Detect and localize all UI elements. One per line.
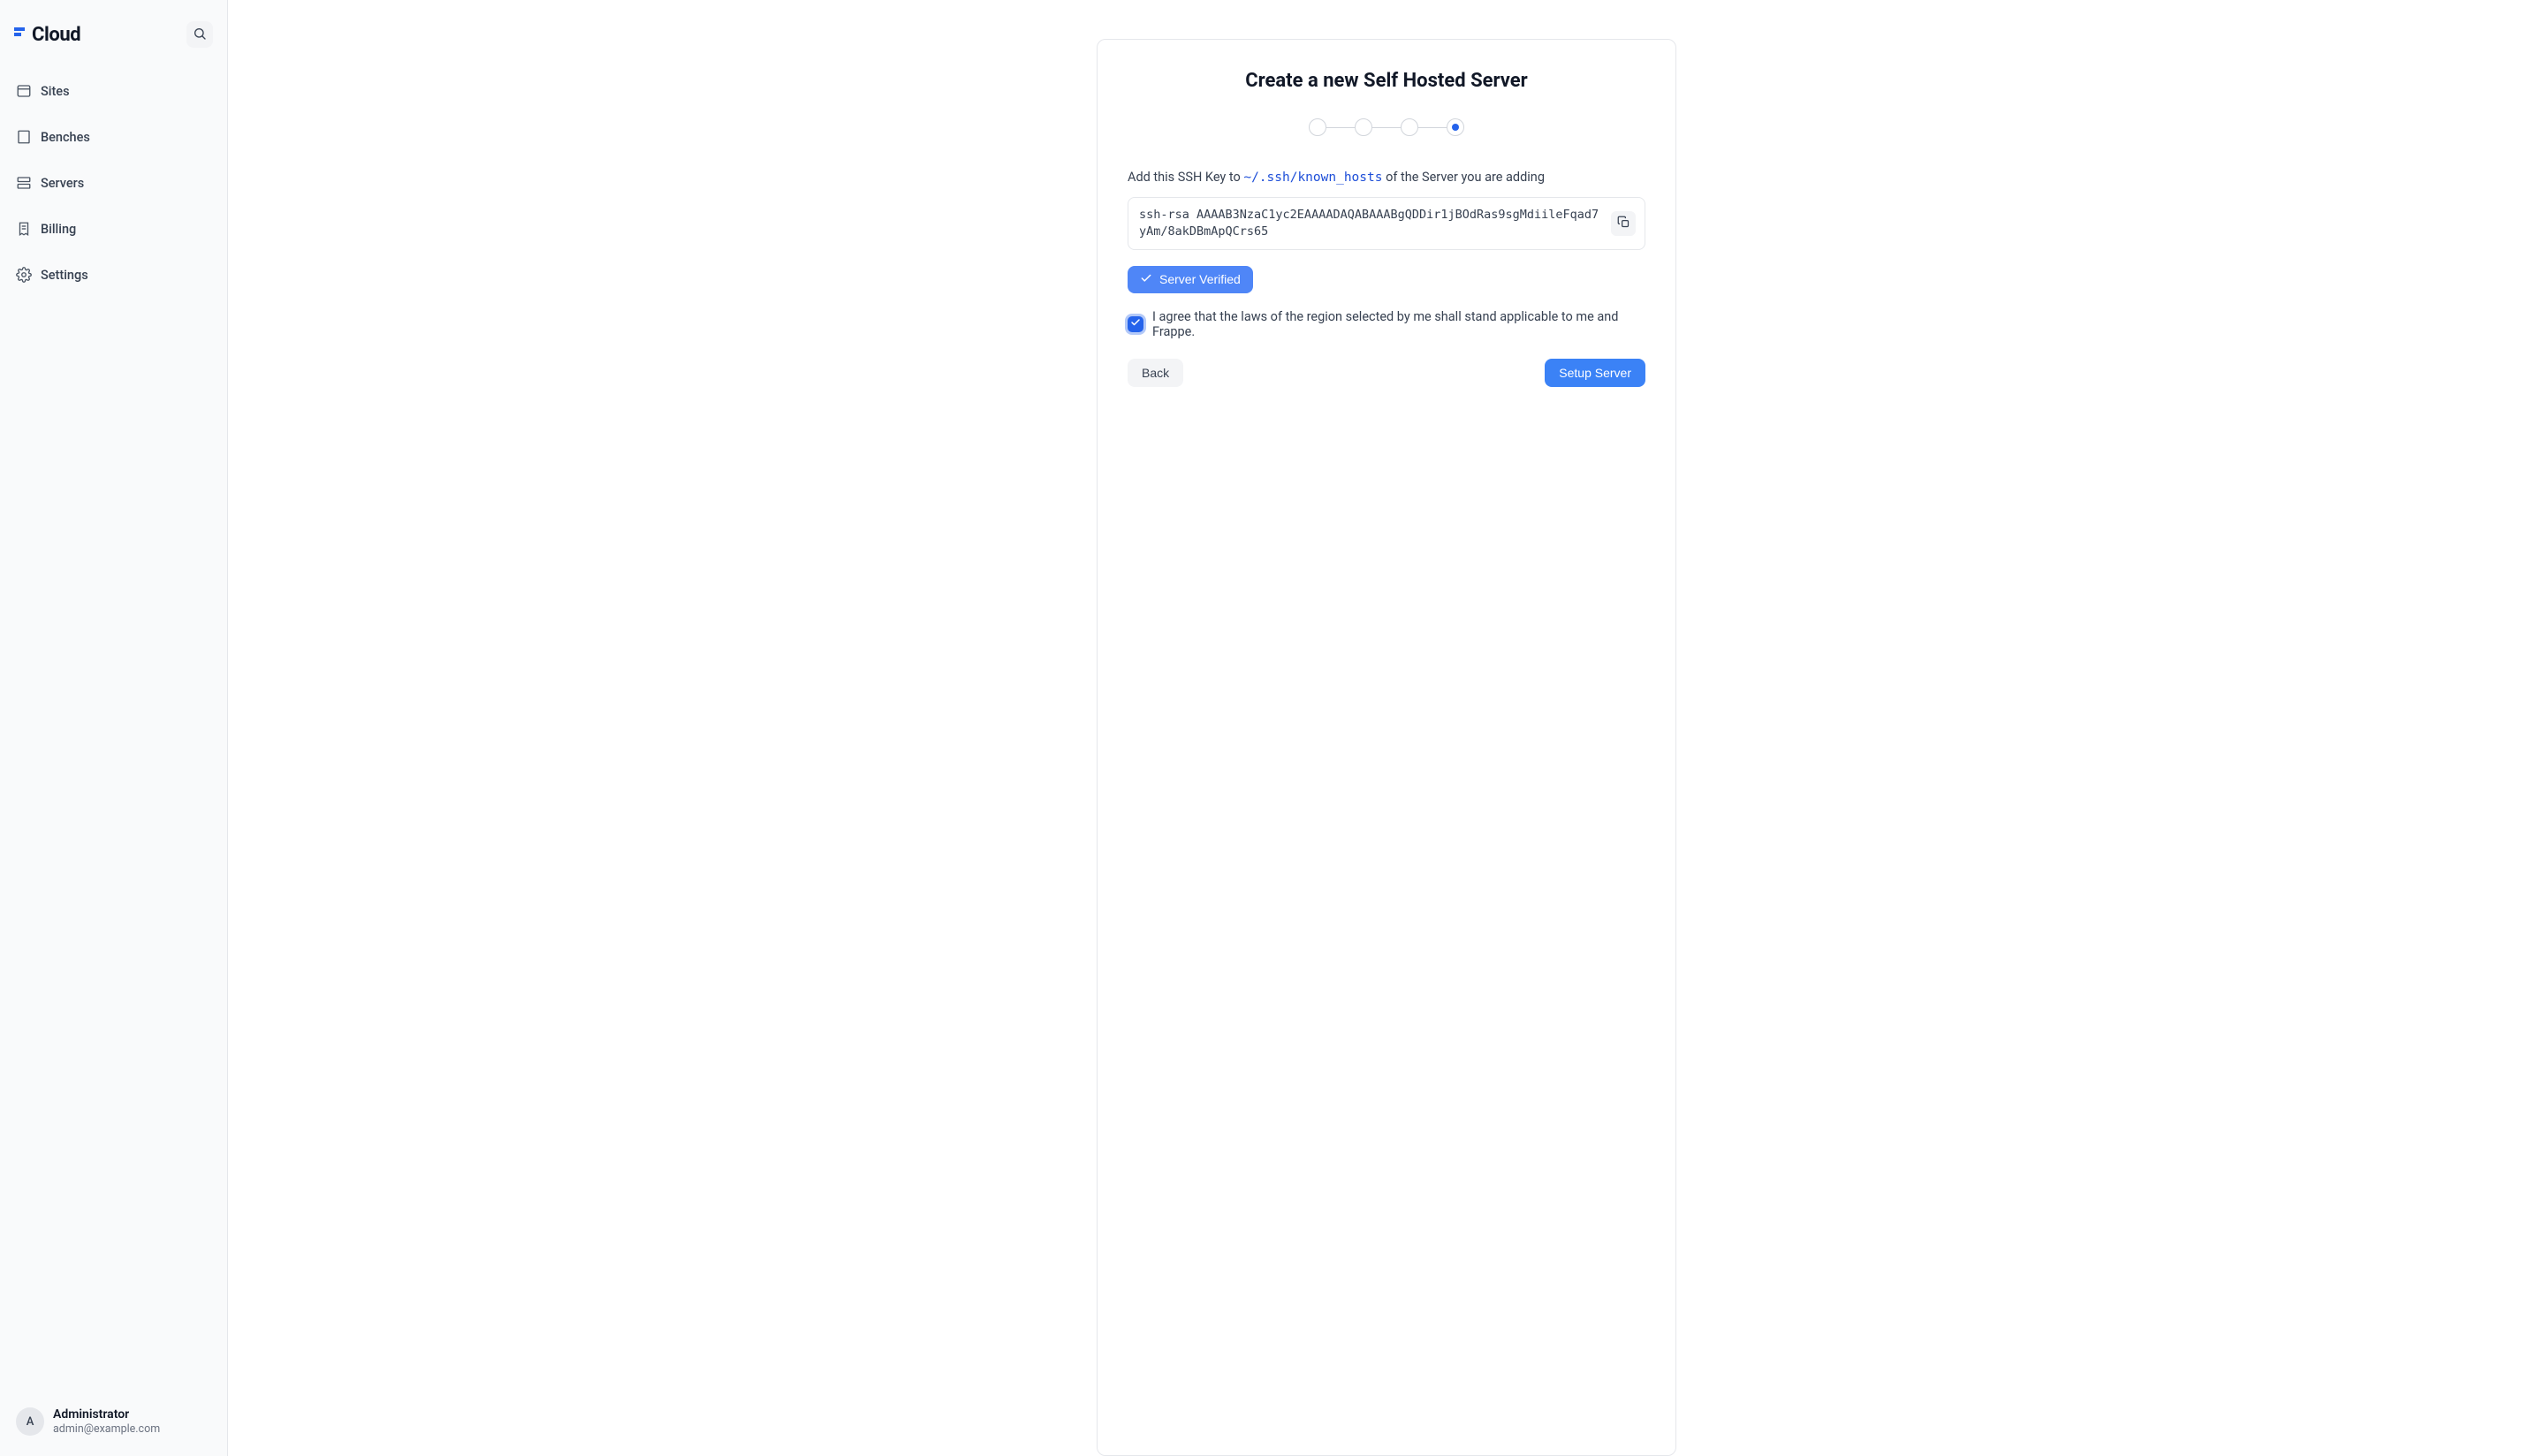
agree-text: I agree that the laws of the region sele… bbox=[1152, 309, 1645, 339]
search-button[interactable] bbox=[186, 21, 213, 48]
nav-label: Settings bbox=[41, 268, 88, 283]
brand-name: Cloud bbox=[32, 24, 80, 46]
nav-item-sites[interactable]: Sites bbox=[12, 74, 215, 108]
server-verified-button[interactable]: Server Verified bbox=[1128, 266, 1253, 293]
ssh-instruction: Add this SSH Key to ~/.ssh/known_hosts o… bbox=[1128, 170, 1645, 185]
logo-icon bbox=[14, 27, 27, 42]
user-email: admin@example.com bbox=[53, 1422, 160, 1437]
nav-label: Sites bbox=[41, 84, 70, 99]
nav-label: Benches bbox=[41, 130, 90, 145]
nav-item-billing[interactable]: Billing bbox=[12, 212, 215, 246]
check-icon bbox=[1130, 317, 1141, 331]
instruction-path: ~/.ssh/known_hosts bbox=[1243, 171, 1382, 185]
copy-icon bbox=[1617, 216, 1630, 231]
avatar: A bbox=[16, 1407, 44, 1436]
step-2[interactable] bbox=[1355, 118, 1372, 136]
sidebar: Cloud Sites Benches Servers bbox=[0, 0, 228, 1456]
instruction-prefix: Add this SSH Key to bbox=[1128, 170, 1243, 185]
setup-server-button[interactable]: Setup Server bbox=[1545, 359, 1645, 387]
nav-item-benches[interactable]: Benches bbox=[12, 120, 215, 154]
user-name: Administrator bbox=[53, 1407, 160, 1423]
sidebar-header: Cloud bbox=[12, 12, 215, 53]
nav-item-servers[interactable]: Servers bbox=[12, 166, 215, 200]
back-button[interactable]: Back bbox=[1128, 359, 1183, 387]
actions-row: Back Setup Server bbox=[1128, 359, 1645, 387]
ssh-key-text: ssh-rsa AAAAB3NzaC1yc2EAAAADAQABAAABgQDD… bbox=[1139, 208, 1599, 239]
nav-label: Servers bbox=[41, 176, 84, 191]
search-icon bbox=[193, 27, 207, 43]
check-icon bbox=[1140, 272, 1152, 287]
step-1[interactable] bbox=[1309, 118, 1326, 136]
user-block[interactable]: A Administrator admin@example.com bbox=[12, 1402, 215, 1444]
instruction-suffix: of the Server you are adding bbox=[1382, 170, 1544, 185]
logo[interactable]: Cloud bbox=[14, 24, 80, 46]
building-icon bbox=[16, 129, 32, 145]
server-icon bbox=[16, 175, 32, 191]
stepper bbox=[1128, 118, 1645, 136]
agree-checkbox[interactable] bbox=[1128, 316, 1143, 332]
ssh-key-box: ssh-rsa AAAAB3NzaC1yc2EAAAADAQABAAABgQDD… bbox=[1128, 197, 1645, 250]
gear-icon bbox=[16, 267, 32, 283]
copy-button[interactable] bbox=[1611, 211, 1636, 236]
user-info: Administrator admin@example.com bbox=[53, 1407, 160, 1437]
receipt-icon bbox=[16, 221, 32, 237]
main-content: Create a new Self Hosted Server Add this… bbox=[228, 0, 2545, 1456]
nav-label: Billing bbox=[41, 222, 76, 237]
page-title: Create a new Self Hosted Server bbox=[1128, 70, 1645, 92]
step-3[interactable] bbox=[1401, 118, 1418, 136]
agree-row: I agree that the laws of the region sele… bbox=[1128, 309, 1645, 339]
avatar-initial: A bbox=[27, 1415, 34, 1429]
verified-label: Server Verified bbox=[1159, 272, 1241, 286]
create-server-card: Create a new Self Hosted Server Add this… bbox=[1097, 39, 1676, 1456]
nav-item-settings[interactable]: Settings bbox=[12, 258, 215, 292]
browser-icon bbox=[16, 83, 32, 99]
step-4[interactable] bbox=[1447, 118, 1464, 136]
nav-list: Sites Benches Servers Billing Settings bbox=[12, 74, 215, 300]
